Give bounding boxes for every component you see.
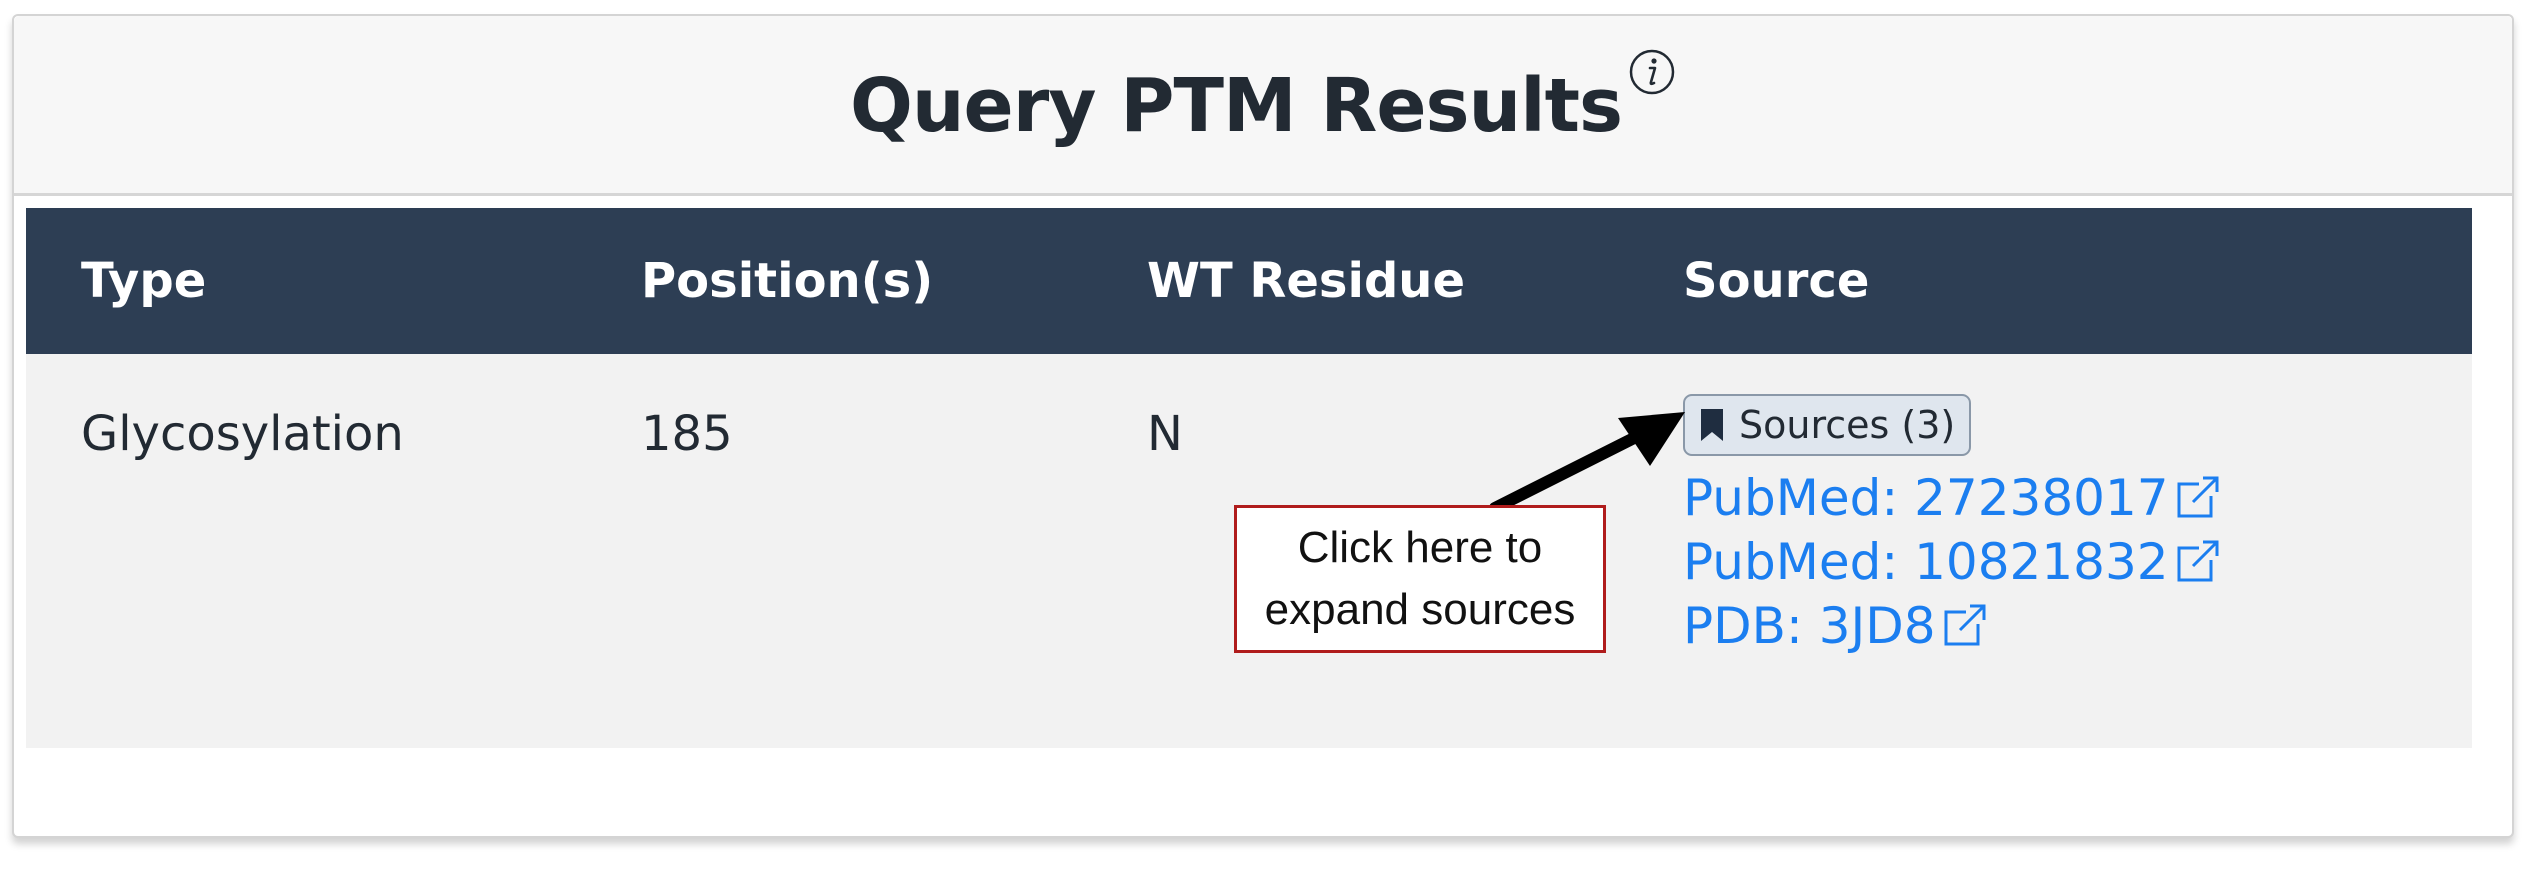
column-header-source: Source bbox=[1683, 253, 1870, 309]
sources-toggle-button[interactable]: Sources (3) bbox=[1683, 394, 1972, 456]
annotation-arrow bbox=[1489, 412, 1685, 514]
title-wrap: Query PTM Results bbox=[14, 16, 2512, 196]
cell-type: Glycosylation bbox=[81, 406, 404, 462]
external-link-icon bbox=[2177, 476, 2219, 518]
source-link-label: PDB: 3JD8 bbox=[1683, 597, 1936, 655]
annotation-line-2: expand sources bbox=[1264, 585, 1576, 634]
sources-button-label: Sources (3) bbox=[1739, 403, 1956, 447]
page-title: Query PTM Results bbox=[849, 63, 1623, 149]
source-link-label: PubMed: 10821832 bbox=[1683, 533, 2169, 591]
column-header-wt-residue: WT Residue bbox=[1147, 253, 1466, 309]
cell-positions: 185 bbox=[641, 406, 733, 462]
source-link-pubmed-1[interactable]: PubMed: 27238017 bbox=[1683, 466, 2223, 530]
annotation-line-1: Click here to bbox=[1297, 523, 1543, 572]
cell-wt-residue: N bbox=[1147, 406, 1183, 462]
external-link-icon bbox=[1944, 604, 1986, 646]
source-link-label: PubMed: 27238017 bbox=[1683, 469, 2169, 527]
column-header-type: Type bbox=[81, 253, 207, 309]
column-header-positions: Position(s) bbox=[641, 253, 934, 309]
source-links: PubMed: 27238017 PubMed: 10821832 PDB: 3… bbox=[1683, 466, 2223, 658]
card-header: Query PTM Results bbox=[14, 16, 2512, 196]
table-header-row: Type Position(s) WT Residue Source bbox=[26, 208, 2472, 354]
info-icon[interactable] bbox=[1628, 48, 1676, 96]
source-link-pubmed-2[interactable]: PubMed: 10821832 bbox=[1683, 530, 2223, 594]
annotation-callout: Click here to expand sources bbox=[1234, 505, 1606, 653]
external-link-icon bbox=[2177, 540, 2219, 582]
source-link-pdb[interactable]: PDB: 3JD8 bbox=[1683, 594, 2223, 658]
